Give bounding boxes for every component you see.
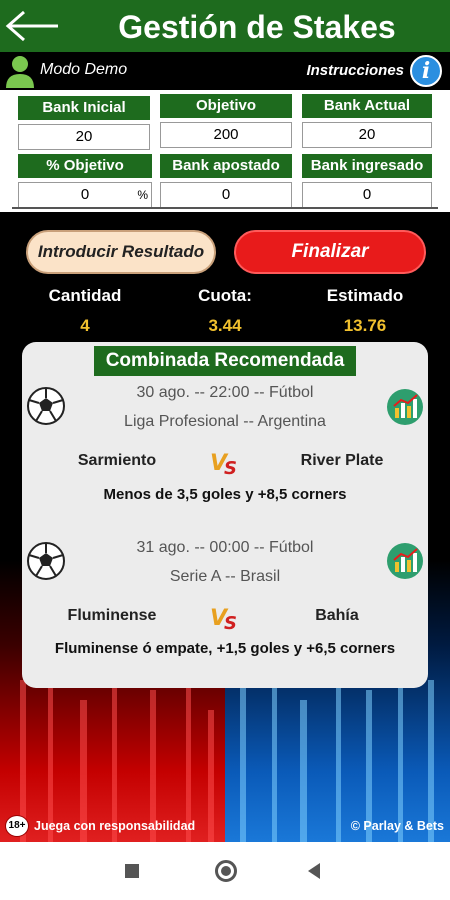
- soccer-ball-icon: [27, 387, 65, 425]
- bank-actual-field: 20: [302, 122, 432, 148]
- vs-icon: V S: [210, 451, 237, 478]
- demo-bar: Modo Demo Instrucciones i: [0, 52, 450, 90]
- stat-bank-inicial: Bank Inicial 20: [18, 96, 150, 152]
- match-league: Liga Profesional -- Argentina: [124, 413, 326, 430]
- stat-label: Objetivo: [160, 94, 292, 118]
- bank-apostado-field: 0: [160, 182, 292, 208]
- stat-bank-actual: Bank Actual 20: [302, 94, 432, 150]
- percent-unit: %: [137, 188, 148, 202]
- responsible-gambling-text: Juega con responsabilidad: [34, 819, 196, 833]
- stat-pct-objetivo: % Objetivo 0 %: [18, 154, 152, 210]
- home-team: Fluminense: [67, 607, 157, 624]
- introducir-resultado-button[interactable]: Introducir Resultado: [26, 230, 216, 274]
- back-triangle-icon[interactable]: [308, 863, 320, 879]
- match-league: Serie A -- Brasil: [169, 568, 281, 585]
- home-icon[interactable]: [215, 860, 237, 882]
- away-team: Bahía: [315, 607, 359, 624]
- estimado-value: 13.76: [343, 316, 387, 335]
- match-pick: Menos de 3,5 goles y +8,5 corners: [103, 486, 347, 503]
- page-title: Gestión de Stakes: [118, 9, 396, 45]
- cuota-value: 3.44: [208, 316, 242, 335]
- home-team: Sarmiento: [77, 452, 157, 469]
- stat-bank-ingresado: Bank ingresado 0: [302, 154, 432, 210]
- instructions-link[interactable]: Instrucciones: [306, 62, 404, 79]
- stat-label: Bank apostado: [160, 154, 292, 178]
- recent-apps-icon[interactable]: [125, 864, 139, 878]
- match-datetime: 31 ago. -- 00:00 -- Fútbol: [136, 539, 314, 556]
- back-button[interactable]: [2, 6, 62, 46]
- stats-divider: [12, 207, 438, 209]
- away-team: River Plate: [300, 452, 384, 469]
- vs-icon: V S: [210, 606, 237, 633]
- objetivo-field[interactable]: 200: [160, 122, 292, 148]
- stat-bank-apostado: Bank apostado 0: [160, 154, 292, 210]
- stat-label: % Objetivo: [18, 154, 152, 178]
- stat-label: Bank ingresado: [302, 154, 432, 178]
- match-pick: Fluminense ó empate, +1,5 goles y +6,5 c…: [54, 640, 396, 657]
- pct-objetivo-field: 0: [18, 182, 152, 208]
- arrow-left-icon: [5, 10, 58, 42]
- soccer-ball-icon: [27, 542, 65, 580]
- svg-text:S: S: [224, 613, 237, 633]
- copyright-text: © Parlay & Bets: [350, 819, 444, 833]
- bank-ingresado-field: 0: [302, 182, 432, 208]
- stats-panel: Bank Inicial 20 Objetivo 200 Bank Actual…: [0, 90, 450, 212]
- app-screen: Gestión de Stakes Modo Demo Instruccione…: [0, 0, 450, 842]
- cuota-label: Cuota:: [198, 286, 252, 305]
- stats-chart-icon[interactable]: [386, 542, 424, 580]
- svg-text:S: S: [224, 458, 237, 478]
- demo-mode-label: Modo Demo: [40, 61, 128, 78]
- user-icon[interactable]: [4, 54, 36, 88]
- stat-label: Bank Actual: [302, 94, 432, 118]
- bank-inicial-field[interactable]: 20: [18, 124, 150, 150]
- cantidad-label: Cantidad: [48, 286, 122, 305]
- card-title: Combinada Recomendada: [94, 346, 356, 376]
- android-nav-bar: [0, 842, 450, 900]
- stats-chart-icon[interactable]: [386, 388, 424, 426]
- info-icon[interactable]: i: [410, 55, 442, 87]
- stat-label: Bank Inicial: [18, 96, 150, 120]
- combinada-card: Combinada Recomendada 30 ago. -- 22:00 -…: [22, 342, 428, 688]
- age-badge: 18+: [5, 815, 29, 837]
- match-datetime: 30 ago. -- 22:00 -- Fútbol: [136, 384, 314, 401]
- app-header: Gestión de Stakes: [0, 0, 450, 52]
- estimado-label: Estimado: [326, 286, 404, 305]
- finalizar-button[interactable]: Finalizar: [234, 230, 426, 274]
- cantidad-value: 4: [80, 316, 90, 335]
- stat-objetivo: Objetivo 200: [160, 94, 292, 150]
